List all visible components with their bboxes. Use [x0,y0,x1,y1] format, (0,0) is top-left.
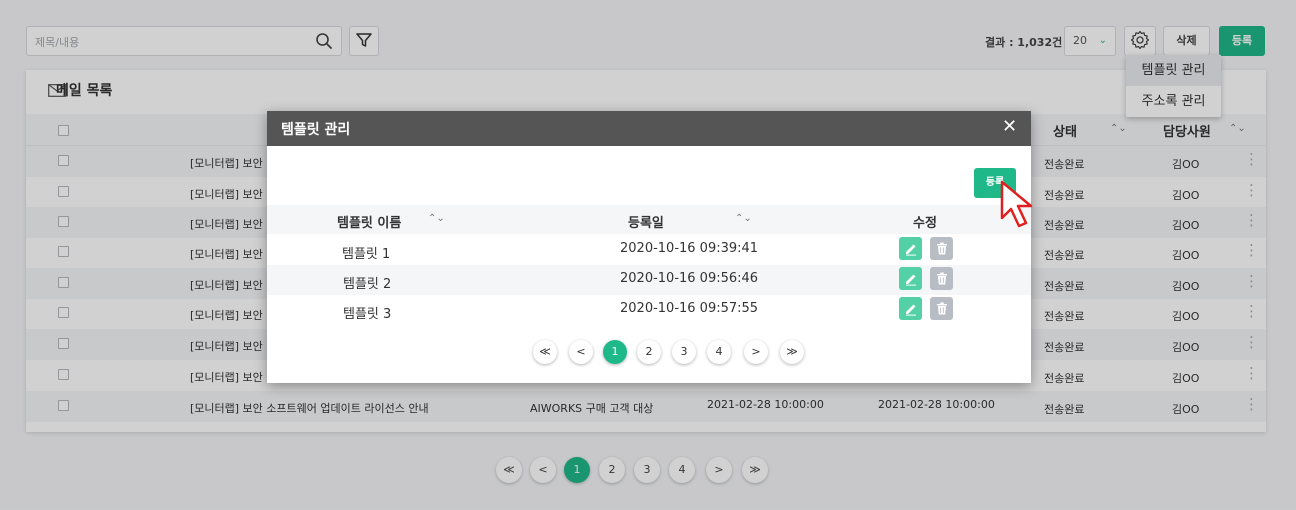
page-next-button[interactable]: > [744,340,768,364]
edit-icon [905,274,916,286]
column-register-date: 등록일 [628,216,664,231]
sort-icon[interactable]: ⌃⌄ [428,213,445,224]
edit-button[interactable] [899,297,922,320]
sort-icon[interactable]: ⌃⌄ [735,213,752,224]
edit-icon [905,244,916,256]
delete-template-button[interactable] [930,237,953,260]
template-date: 2020-10-16 09:56:46 [620,271,759,286]
page-button[interactable]: 2 [637,340,661,364]
trash-icon [936,242,947,255]
template-date: 2020-10-16 09:57:55 [620,301,759,316]
page-button[interactable]: 3 [672,340,696,364]
template-name: 템플릿 2 [343,277,392,292]
page-first-button[interactable]: ≪ [533,340,557,364]
edit-button[interactable] [899,267,922,290]
trash-icon [936,272,947,285]
close-icon[interactable]: ✕ [1002,116,1018,138]
page-prev-button[interactable]: < [569,340,593,364]
delete-template-button[interactable] [930,267,953,290]
edit-button[interactable] [899,237,922,260]
page-button[interactable]: 4 [707,340,731,364]
edit-icon [905,304,916,316]
page-last-button[interactable]: ≫ [780,340,804,364]
delete-template-button[interactable] [930,297,953,320]
trash-icon [936,302,947,315]
page-button[interactable]: 1 [603,340,627,364]
template-name: 템플릿 3 [343,307,392,322]
column-template-name: 템플릿 이름 [337,216,402,231]
template-date: 2020-10-16 09:39:41 [620,241,759,256]
modal-title: 템플릿 관리 [281,122,351,138]
column-edit: 수정 [913,216,937,231]
modal-header [267,111,1031,146]
cursor-icon [1000,180,1034,233]
template-name: 템플릿 1 [342,247,391,262]
